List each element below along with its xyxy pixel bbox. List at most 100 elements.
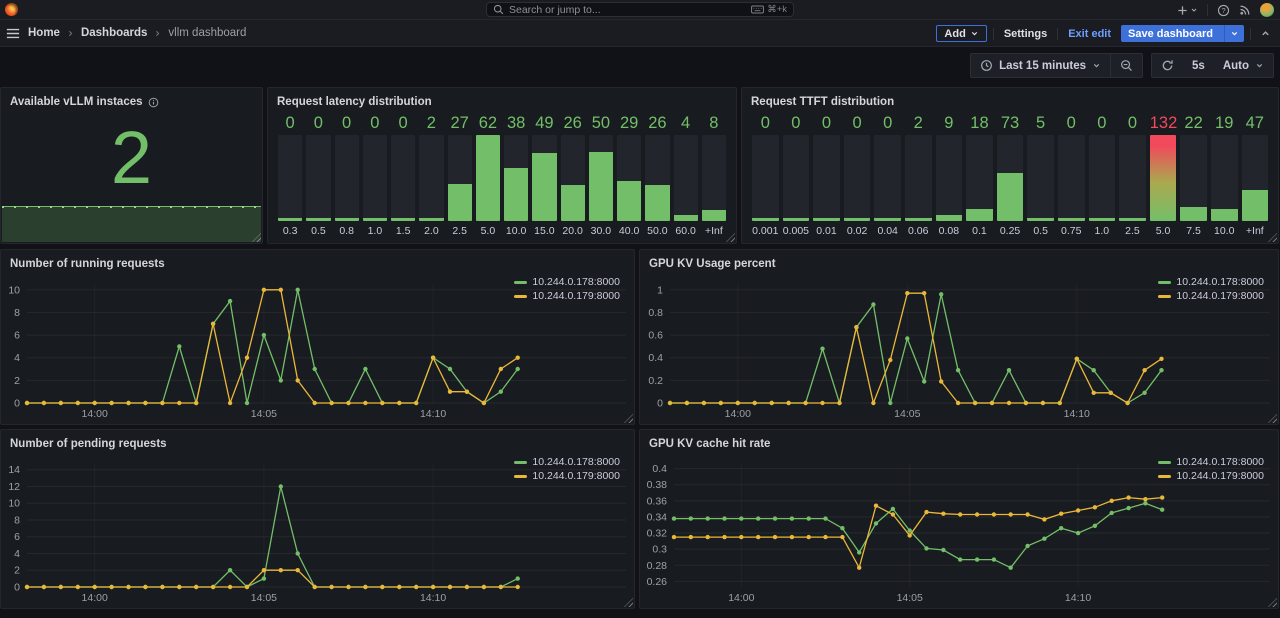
bar-label: 5.0 xyxy=(476,221,500,238)
bar-gauge: 00.00100.00500.0100.0200.0420.0690.08180… xyxy=(750,112,1270,238)
legend-item[interactable]: 10.244.0.178:8000 xyxy=(514,456,620,468)
avatar[interactable] xyxy=(1260,3,1274,17)
bar-fill xyxy=(278,218,302,221)
panel-title[interactable]: Request TTFT distribution xyxy=(742,88,1278,110)
legend-item[interactable]: 10.244.0.178:8000 xyxy=(1158,456,1264,468)
data-point xyxy=(1059,526,1063,530)
bar-fill xyxy=(617,181,641,221)
search-input[interactable] xyxy=(509,4,746,16)
bar-label: 0.001 xyxy=(752,221,779,238)
panel-title[interactable]: Number of pending requests xyxy=(1,430,634,452)
bar-column: 1325.0 xyxy=(1150,112,1177,238)
bar-column: 2650.0 xyxy=(645,112,669,238)
data-point xyxy=(296,568,300,572)
data-point xyxy=(160,585,164,589)
bar-label: 30.0 xyxy=(589,221,613,238)
bar-value: 0 xyxy=(783,112,810,135)
legend-item[interactable]: 10.244.0.179:8000 xyxy=(1158,470,1264,482)
legend-label: 10.244.0.178:8000 xyxy=(1176,276,1264,288)
refresh-interval[interactable]: 5s xyxy=(1183,54,1214,77)
data-point xyxy=(854,325,858,329)
bar-track xyxy=(997,135,1024,221)
bar-track xyxy=(391,135,415,221)
legend-item[interactable]: 10.244.0.178:8000 xyxy=(1158,276,1264,288)
bar-track xyxy=(617,135,641,221)
bar-value: 49 xyxy=(532,112,556,135)
bar-track xyxy=(363,135,387,221)
timeseries-body[interactable]: 00.20.40.60.8114:0014:0514:1010.244.0.17… xyxy=(642,273,1276,422)
data-point xyxy=(888,401,892,405)
bar-label: 0.02 xyxy=(844,221,871,238)
timeseries-body[interactable]: 024681014:0014:0514:1010.244.0.178:80001… xyxy=(3,273,632,422)
bar-column: 02.5 xyxy=(1119,112,1146,238)
data-point xyxy=(448,367,452,371)
bar-fill xyxy=(589,152,613,221)
bar-column: 90.08 xyxy=(936,112,963,238)
bar-column: 01.0 xyxy=(363,112,387,238)
bar-column: 00.01 xyxy=(813,112,840,238)
bar-column: 00.3 xyxy=(278,112,302,238)
help-icon[interactable]: ? xyxy=(1217,4,1230,17)
panel-title[interactable]: Number of running requests xyxy=(1,250,634,272)
data-point xyxy=(228,299,232,303)
bar-track xyxy=(1058,135,1085,221)
bar-column: 5030.0 xyxy=(589,112,613,238)
data-point xyxy=(1009,512,1013,516)
data-point xyxy=(773,535,777,539)
grafana-logo-icon[interactable] xyxy=(5,3,18,16)
panel-title[interactable]: Request latency distribution xyxy=(268,88,736,110)
bar-label: 1.0 xyxy=(1089,221,1116,238)
data-point xyxy=(837,401,841,405)
bar-column: 2940.0 xyxy=(617,112,641,238)
chevron-up-icon[interactable] xyxy=(1257,28,1274,39)
timeseries-body[interactable]: 0246810121414:0014:0514:1010.244.0.178:8… xyxy=(3,453,632,606)
refresh-button[interactable] xyxy=(1152,54,1183,77)
bar-column: 8+Inf xyxy=(702,112,726,238)
breadcrumb-home[interactable]: Home xyxy=(28,27,60,39)
menu-icon[interactable] xyxy=(6,28,20,39)
y-tick-label: 0.4 xyxy=(648,352,663,364)
add-menu-button[interactable] xyxy=(1177,5,1198,16)
bar-track xyxy=(645,135,669,221)
data-point xyxy=(1142,368,1146,372)
time-range-picker[interactable]: Last 15 minutes xyxy=(971,54,1110,77)
data-point xyxy=(739,516,743,520)
auto-refresh-picker[interactable]: Auto xyxy=(1214,54,1273,77)
bar-track xyxy=(561,135,585,221)
timeseries-body[interactable]: 0.260.280.30.320.340.360.380.414:0014:05… xyxy=(642,453,1276,606)
data-point xyxy=(672,535,676,539)
data-point xyxy=(1110,499,1114,503)
data-point xyxy=(228,568,232,572)
settings-button[interactable]: Settings xyxy=(1000,25,1051,42)
add-button[interactable]: Add xyxy=(936,25,986,42)
data-point xyxy=(1159,357,1163,361)
legend-item[interactable]: 10.244.0.179:8000 xyxy=(514,470,620,482)
breadcrumb-dashboards[interactable]: Dashboards xyxy=(81,27,147,39)
data-point xyxy=(941,548,945,552)
legend-item[interactable]: 10.244.0.179:8000 xyxy=(1158,290,1264,302)
x-tick-label: 14:10 xyxy=(420,408,446,420)
data-point xyxy=(194,585,198,589)
bar-fill xyxy=(1027,218,1054,221)
news-icon[interactable] xyxy=(1239,4,1251,16)
search-box[interactable]: ⌘+k xyxy=(486,2,794,17)
series-line xyxy=(670,294,1162,403)
legend-item[interactable]: 10.244.0.178:8000 xyxy=(514,276,620,288)
zoom-out-button[interactable] xyxy=(1111,54,1142,77)
data-point xyxy=(1007,368,1011,372)
panel-gpu-kv-cache-hit-rate: GPU KV cache hit rate 0.260.280.30.320.3… xyxy=(639,429,1279,609)
data-point xyxy=(211,322,215,326)
panel-title[interactable]: Available vLLM instaces xyxy=(1,88,262,110)
data-point xyxy=(668,401,672,405)
panel-title[interactable]: GPU KV cache hit rate xyxy=(640,430,1278,452)
save-options-button[interactable] xyxy=(1224,25,1244,42)
legend-swatch xyxy=(1158,461,1171,464)
panel-title[interactable]: GPU KV Usage percent xyxy=(640,250,1278,272)
info-icon[interactable] xyxy=(148,97,159,108)
exit-edit-button[interactable]: Exit edit xyxy=(1064,25,1115,42)
legend-item[interactable]: 10.244.0.179:8000 xyxy=(514,290,620,302)
save-dashboard-button[interactable]: Save dashboard xyxy=(1121,25,1244,42)
data-point xyxy=(820,347,824,351)
bar-value: 26 xyxy=(645,112,669,135)
y-tick-label: 4 xyxy=(14,548,20,560)
